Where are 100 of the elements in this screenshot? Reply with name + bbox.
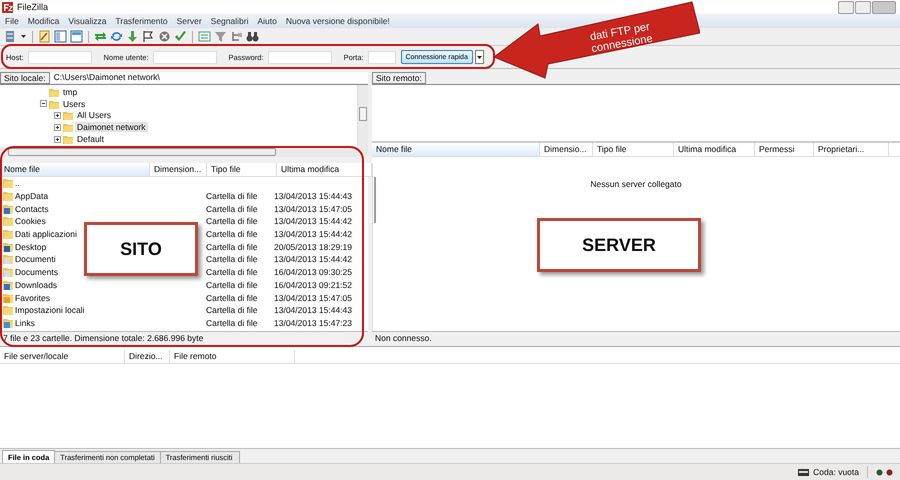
empty-message: Nessun server collegato bbox=[590, 179, 682, 189]
filter-icon[interactable] bbox=[214, 30, 227, 43]
table-cell: 16/04/2013 09:30:25 bbox=[274, 267, 352, 278]
column-header[interactable]: Direzio... bbox=[125, 350, 170, 363]
menu-item[interactable]: Modifica bbox=[28, 16, 60, 26]
status-text: 7 file e 23 cartelle. Dimensione totale: 2.686.996 byte bbox=[3, 333, 204, 343]
folder-icon bbox=[3, 178, 13, 188]
table-cell: 13/04/2013 15:44:43 bbox=[274, 305, 352, 316]
folder-icon bbox=[3, 191, 13, 202]
menu-item[interactable]: Server bbox=[176, 16, 202, 26]
special-folder-icon bbox=[3, 280, 13, 290]
menu-item[interactable]: Aiuto bbox=[257, 16, 277, 26]
list-icon[interactable] bbox=[198, 30, 211, 43]
column-header[interactable]: Nome file bbox=[372, 143, 540, 156]
table-cell: 13/04/2013 15:44:42 bbox=[274, 216, 352, 226]
special-folder-icon bbox=[3, 318, 13, 328]
file-name[interactable]: Downloads bbox=[15, 280, 58, 290]
expand-icon[interactable] bbox=[54, 112, 61, 119]
folder-icon bbox=[63, 110, 73, 120]
cross-icon[interactable] bbox=[158, 30, 171, 43]
callout-text: dati FTP per connessione bbox=[588, 20, 654, 58]
tree-item[interactable]: Default bbox=[75, 134, 106, 144]
keyboard-icon bbox=[798, 468, 810, 476]
dropdown-button[interactable] bbox=[474, 50, 484, 64]
column-header[interactable]: Tipo file bbox=[593, 143, 674, 156]
input-field[interactable] bbox=[152, 50, 217, 64]
notepad-icon[interactable] bbox=[38, 30, 51, 43]
path-combobox[interactable]: C:\Users\Daimonet network\ bbox=[50, 72, 368, 83]
folder-icon bbox=[63, 134, 73, 144]
file-name[interactable]: .. bbox=[15, 178, 20, 188]
scrollbar[interactable] bbox=[357, 85, 368, 147]
table-cell: Cartella di file bbox=[206, 292, 258, 303]
table-cell: Cartella di file bbox=[206, 267, 258, 278]
table-cell: 13/04/2013 15:44:43 bbox=[274, 191, 352, 202]
close-button[interactable] bbox=[872, 0, 896, 14]
file-name[interactable]: Impostazioni locali bbox=[15, 305, 84, 316]
menu-item[interactable]: Trasferimento bbox=[115, 16, 168, 26]
collapse-icon[interactable] bbox=[40, 100, 47, 108]
callout-label: SITO bbox=[84, 222, 198, 276]
table-cell: Cartella di file bbox=[206, 280, 258, 290]
folder-icon bbox=[49, 86, 59, 97]
column-header[interactable]: Proprietari... bbox=[814, 143, 889, 156]
table-cell: 13/04/2013 15:44:42 bbox=[274, 254, 352, 264]
column-header[interactable]: Ultima modifica bbox=[674, 143, 755, 156]
column-header[interactable]: Dimension... bbox=[150, 163, 207, 176]
expand-icon[interactable] bbox=[54, 136, 61, 143]
column-header[interactable]: Permessi bbox=[755, 143, 814, 156]
file-name[interactable]: Links bbox=[15, 318, 35, 328]
column-header[interactable]: Nome file bbox=[0, 163, 150, 176]
table-cell: Cartella di file bbox=[206, 229, 258, 240]
binoculars-icon[interactable] bbox=[246, 30, 259, 43]
file-name[interactable]: AppData bbox=[15, 191, 48, 202]
flag-icon[interactable] bbox=[142, 30, 155, 43]
input-field[interactable] bbox=[28, 50, 92, 64]
file-name[interactable]: Contacts bbox=[15, 204, 49, 214]
input-field[interactable] bbox=[268, 50, 332, 64]
menu-item[interactable]: Visualizza bbox=[68, 16, 106, 26]
status-text: Non connesso. bbox=[375, 333, 432, 343]
column-header[interactable]: Dimensio... bbox=[540, 143, 593, 156]
file-name[interactable]: Desktop bbox=[15, 242, 46, 252]
input-field[interactable] bbox=[368, 50, 396, 64]
file-name[interactable]: Documents bbox=[15, 267, 58, 278]
tree-item[interactable]: All Users bbox=[75, 110, 114, 120]
table-cell: Cartella di file bbox=[206, 242, 258, 252]
table-cell: Cartella di file bbox=[206, 191, 258, 202]
table-cell: Cartella di file bbox=[206, 216, 258, 226]
folder-icon bbox=[3, 305, 13, 316]
minimize-button[interactable] bbox=[838, 0, 854, 14]
column-header[interactable]: Tipo file bbox=[207, 163, 277, 176]
window-icon[interactable] bbox=[70, 30, 83, 43]
table-cell: Cartella di file bbox=[206, 204, 258, 214]
menu-item[interactable]: File bbox=[5, 16, 19, 26]
menu-item[interactable]: Segnalibri bbox=[210, 16, 248, 26]
scrollbar[interactable] bbox=[372, 163, 373, 331]
file-name[interactable]: Cookies bbox=[15, 216, 46, 226]
swap-arrows-icon[interactable] bbox=[94, 30, 107, 43]
check-icon[interactable] bbox=[174, 30, 187, 43]
site-label: Sito locale: bbox=[0, 72, 50, 84]
tree-item[interactable]: Daimonet network bbox=[75, 122, 148, 132]
folder-icon bbox=[3, 216, 13, 226]
expand-icon[interactable] bbox=[54, 124, 61, 131]
menu-item[interactable]: Nuova versione disponibile! bbox=[286, 16, 390, 26]
two-pane-icon[interactable] bbox=[54, 30, 67, 43]
table-cell: Cartella di file bbox=[206, 305, 258, 316]
file-name[interactable]: Favorites bbox=[15, 292, 50, 303]
column-header[interactable]: File server/locale bbox=[0, 350, 125, 363]
refresh-icon[interactable] bbox=[110, 30, 123, 43]
file-name[interactable]: Dati applicazioni bbox=[15, 229, 77, 240]
window-title: FileZilla bbox=[17, 2, 48, 12]
file-name[interactable]: Documenti bbox=[15, 254, 56, 264]
maximize-button[interactable] bbox=[855, 0, 871, 14]
table-cell: Cartella di file bbox=[206, 254, 258, 264]
tree-item[interactable]: Users bbox=[61, 98, 88, 109]
table-cell: 20/05/2013 18:29:19 bbox=[274, 242, 352, 252]
tree-icon[interactable] bbox=[230, 30, 243, 43]
scrollbar[interactable] bbox=[0, 147, 368, 157]
column-header[interactable]: File remoto bbox=[170, 350, 295, 363]
special-folder-icon bbox=[3, 242, 13, 252]
tree-item[interactable]: tmp bbox=[61, 86, 80, 97]
folder-icon bbox=[63, 122, 73, 132]
